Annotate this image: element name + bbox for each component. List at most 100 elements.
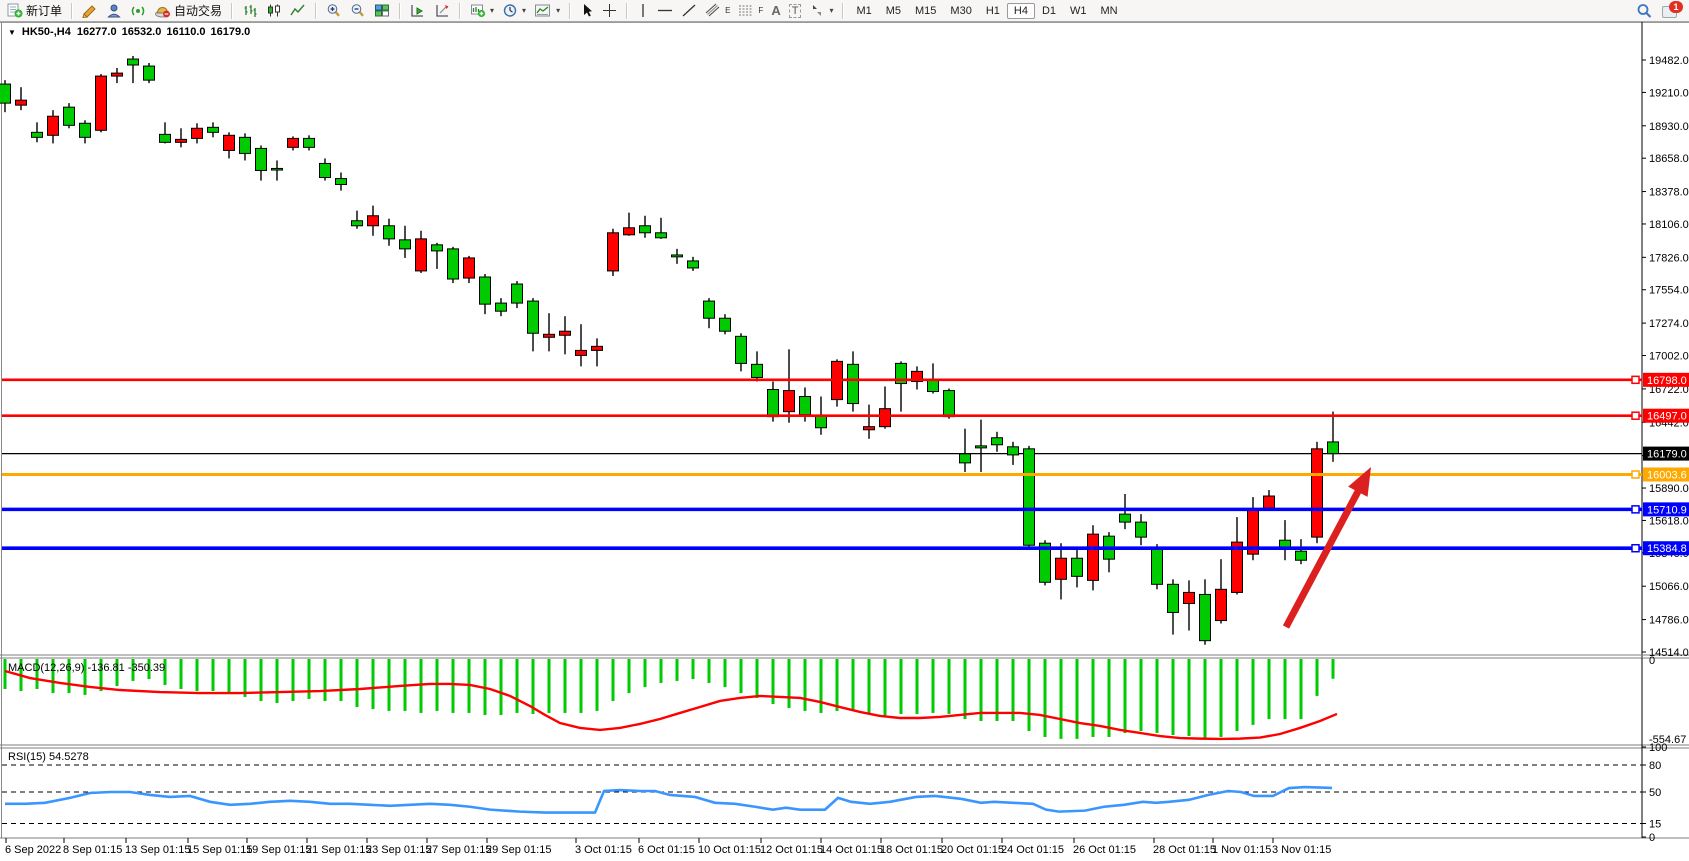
date-tick-label: 12 Oct 01:15 [760,844,823,856]
candle [1120,514,1131,522]
search-button[interactable] [1632,1,1657,21]
channel-button[interactable]: E [701,1,734,21]
timeframe-button-M15[interactable]: M15 [908,3,943,19]
candle [1072,558,1083,576]
candle [1168,584,1179,612]
clock-icon [502,3,518,18]
candle [528,301,539,333]
candle [976,446,987,448]
trend-arrow-head[interactable] [1348,467,1371,497]
hline-price-label: 16003.6 [1647,469,1687,481]
new-chart-button[interactable]: ▾ [466,1,498,21]
candle [128,59,139,65]
timeframe-button-M1[interactable]: M1 [849,3,878,19]
hline-handle[interactable] [1632,506,1639,513]
collapse-triangle-icon[interactable]: ▼ [8,28,16,37]
date-tick-label: 20 Oct 01:15 [941,844,1004,856]
date-tick-label: 6 Oct 01:15 [638,844,695,856]
candle [192,128,203,138]
candle [944,391,955,417]
new-chart-icon [470,3,486,18]
shift-chart-button[interactable] [406,1,430,21]
timeframe-button-M5[interactable]: M5 [879,3,908,19]
candle [384,226,395,239]
crayon-button[interactable] [78,1,102,21]
signals-button[interactable] [126,1,150,21]
candle [96,76,107,130]
crosshair-button[interactable] [598,1,621,21]
text-button[interactable]: A [767,1,784,21]
rsi-line [5,787,1332,813]
time-axis[interactable]: 6 Sep 20228 Sep 01:1513 Sep 01:1515 Sep … [5,838,1331,856]
notifications-button[interactable]: 1 [1657,1,1685,21]
candle [432,245,443,251]
candle [352,221,363,226]
text-label-button[interactable]: T [785,1,806,21]
template-icon [534,3,552,18]
vertical-line-button[interactable] [633,1,653,21]
cursor-button[interactable] [576,1,598,21]
candle [960,454,971,463]
hline-handle[interactable] [1632,412,1639,419]
search-icon [1636,3,1653,19]
algo-trading-button[interactable]: 自动交易 [150,1,226,21]
candle [848,364,859,403]
ohlc-high: 16532.0 [122,26,162,38]
price-tick-label: 17274.0 [1649,318,1689,330]
line-chart-button[interactable] [286,1,310,21]
bar-chart-button[interactable] [238,1,262,21]
candle [736,336,747,363]
candle [800,397,811,415]
zoom-in-button[interactable] [322,1,346,21]
price-tick-label: 18658.0 [1649,153,1689,165]
zoom-out-button[interactable] [346,1,370,21]
hline-price-label: 16798.0 [1647,375,1687,387]
candle [1312,449,1323,537]
auto-scroll-icon [434,3,450,18]
price-tick-label: 18378.0 [1649,187,1689,199]
new-order-button[interactable]: 新订单 [3,1,66,21]
arrows-button[interactable]: ▾ [805,1,837,21]
chevron-down-icon: ▾ [490,6,494,15]
fibonacci-button[interactable]: F [734,1,767,21]
tile-windows-button[interactable] [370,1,394,21]
text-a-icon: A [771,3,780,18]
period-button[interactable]: ▾ [498,1,530,21]
date-tick-label: 8 Sep 01:15 [63,844,122,856]
horizontal-line-button[interactable] [653,1,677,21]
svg-text:80: 80 [1649,760,1661,772]
auto-scroll-button[interactable] [430,1,454,21]
svg-text:0: 0 [1649,655,1655,667]
chart-symbol-period: HK50-,H4 [22,26,71,38]
hline-handle[interactable] [1632,545,1639,552]
svg-text:100: 100 [1649,742,1667,754]
price-axis[interactable]: 19482.019210.018930.018658.018378.018106… [1642,55,1689,844]
chevron-down-icon: ▾ [829,6,833,15]
profiles-button[interactable] [102,1,126,21]
template-button[interactable]: ▾ [530,1,564,21]
date-tick-label: 10 Oct 01:15 [698,844,761,856]
candle [784,391,795,412]
candlestick-chart-button[interactable] [262,1,286,21]
chart-window: 19482.019210.018930.018658.018378.018106… [0,22,1689,861]
timeframe-button-M30[interactable]: M30 [943,3,978,19]
timeframe-button-H4[interactable]: H4 [1007,3,1035,19]
candle [656,233,667,238]
hline-handle[interactable] [1632,471,1639,478]
timeframe-button-H1[interactable]: H1 [979,3,1007,19]
timeframe-button-MN[interactable]: MN [1094,3,1125,19]
hline-price-label: 16179.0 [1647,449,1687,461]
candle [304,138,315,147]
candlestick-chart-icon [266,3,282,18]
hline-handle[interactable] [1632,376,1639,383]
candle [640,226,651,233]
candle [608,233,619,271]
chart-canvas[interactable]: 19482.019210.018930.018658.018378.018106… [0,22,1689,861]
timeframe-button-D1[interactable]: D1 [1035,3,1063,19]
price-tick-label: 19482.0 [1649,55,1689,67]
candle [1056,558,1067,579]
timeframe-button-W1[interactable]: W1 [1063,3,1094,19]
date-tick-label: 14 Oct 01:15 [820,844,883,856]
trendline-button[interactable] [677,1,701,21]
candle [864,427,875,430]
